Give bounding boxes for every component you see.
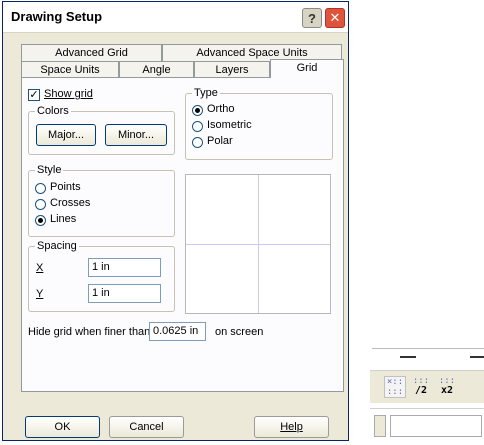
tab-grid[interactable]: Grid: [270, 59, 344, 78]
type-polar-label[interactable]: Polar: [207, 135, 233, 147]
hide-grid-label: Hide grid when finer than: [28, 326, 151, 338]
type-polar-radio[interactable]: [192, 137, 203, 148]
tab-angle-label: Angle: [142, 64, 171, 76]
type-ortho-label[interactable]: Ortho: [207, 103, 235, 115]
cancel-button[interactable]: Cancel: [109, 416, 184, 438]
dialog-title: Drawing Setup: [11, 9, 103, 24]
drawing-setup-dialog: Drawing Setup ? ✕ Advanced Grid Advanced…: [2, 1, 349, 441]
toolbar-input[interactable]: [390, 415, 482, 437]
title-bar[interactable]: Drawing Setup ? ✕: [3, 2, 348, 33]
tab-grid-label: Grid: [296, 62, 318, 74]
toolbar-top-separator: [372, 348, 484, 349]
major-color-button[interactable]: Major...: [36, 124, 96, 146]
grid-preview: [185, 174, 331, 314]
help-button[interactable]: Help: [254, 416, 329, 438]
tab-advanced-grid[interactable]: Advanced Grid: [21, 44, 162, 61]
hide-grid-suffix: on screen: [215, 326, 264, 338]
style-lines-label[interactable]: Lines: [50, 213, 76, 225]
tab-advanced-space-units-label: Advanced Space Units: [196, 47, 308, 59]
type-isometric-label[interactable]: Isometric: [207, 119, 252, 131]
help-icon[interactable]: ?: [302, 8, 322, 28]
type-legend: Type: [192, 87, 220, 99]
toolbar-dash-right: [470, 356, 484, 358]
grid-halve-caption: /2: [414, 385, 428, 396]
colors-legend: Colors: [35, 105, 71, 117]
style-crosses-radio[interactable]: [35, 199, 46, 210]
grid-double-icon[interactable]: ::: x2: [436, 376, 458, 398]
show-grid-checkbox[interactable]: ✓: [28, 89, 40, 101]
style-points-label[interactable]: Points: [50, 181, 81, 193]
type-ortho-radio[interactable]: [192, 105, 203, 116]
tab-layers-label: Layers: [215, 64, 249, 76]
grid-toolbar: ×::::: :::/2 ::: x2: [370, 370, 484, 403]
tab-advanced-grid-label: Advanced Grid: [55, 47, 128, 59]
cancel-button-label: Cancel: [129, 421, 164, 433]
hide-grid-input[interactable]: 0.0625 in: [149, 322, 206, 341]
grid-tab-panel: ✓ Show grid Colors Major... Minor... Typ…: [21, 77, 344, 392]
help-button-label: Help: [280, 421, 303, 433]
dropdown-icon[interactable]: [374, 415, 386, 437]
spacing-x-input[interactable]: 1 in: [88, 258, 161, 277]
tab-space-units[interactable]: Space Units: [21, 61, 119, 78]
tab-layers[interactable]: Layers: [194, 61, 270, 78]
style-lines-radio[interactable]: [35, 215, 46, 226]
minor-button-label: Minor...: [117, 129, 155, 141]
colors-group: Colors Major... Minor...: [28, 105, 175, 155]
style-group: Style Points Crosses Lines: [28, 164, 175, 237]
minor-color-button[interactable]: Minor...: [105, 124, 167, 146]
close-icon[interactable]: ✕: [325, 8, 345, 28]
spacing-group: Spacing X 1 in Y 1 in: [28, 240, 175, 312]
tab-angle[interactable]: Angle: [119, 61, 194, 78]
grid-double-caption: x2: [440, 385, 454, 396]
toolbar-dash-left: [400, 356, 416, 358]
spacing-y-label: Y: [36, 288, 44, 300]
style-legend: Style: [35, 164, 64, 176]
type-isometric-radio[interactable]: [192, 121, 203, 132]
ok-button[interactable]: OK: [25, 416, 100, 438]
ok-button-label: OK: [54, 421, 71, 433]
grid-snap-icon[interactable]: ×:::::: [384, 376, 406, 398]
style-crosses-label[interactable]: Crosses: [50, 197, 90, 209]
major-button-label: Major...: [47, 129, 85, 141]
toolbar-input-strip: [370, 408, 484, 443]
spacing-x-label: X: [36, 262, 44, 274]
type-group: Type Ortho Isometric Polar: [185, 87, 333, 160]
preview-horizontal-line: [186, 244, 330, 245]
grid-halve-icon[interactable]: :::/2: [410, 376, 432, 398]
spacing-y-input[interactable]: 1 in: [88, 284, 161, 303]
tab-space-units-label: Space Units: [40, 64, 100, 76]
style-points-radio[interactable]: [35, 183, 46, 194]
show-grid-label[interactable]: Show grid: [44, 88, 93, 100]
spacing-legend: Spacing: [35, 240, 79, 252]
